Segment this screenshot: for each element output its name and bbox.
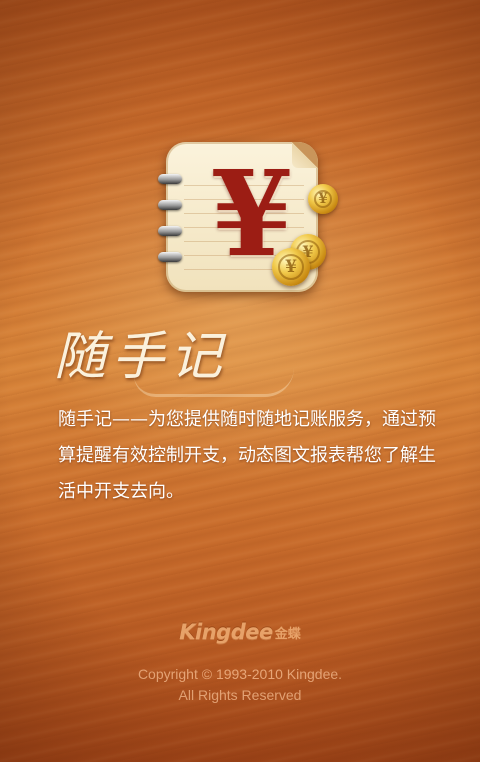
rights-line: All Rights Reserved xyxy=(178,687,302,703)
binder-ring-icon xyxy=(158,226,182,236)
splash-screen: ¥ ¥ ¥ ¥ 随手记 随手记——为您提供随时随地记账服务，通过预算提醒有效控制… xyxy=(0,0,480,762)
copyright-notice: Copyright © 1993-2010 Kingdee. All Right… xyxy=(0,664,480,706)
brand-name: Kingdee xyxy=(179,620,273,644)
binder-ring-icon xyxy=(158,252,182,262)
binder-ring-icon xyxy=(158,200,182,210)
title-swash xyxy=(134,368,294,397)
copyright-line: Copyright © 1993-2010 Kingdee. xyxy=(137,666,343,682)
notebook-yen-icon: ¥ ¥ ¥ ¥ xyxy=(158,138,340,298)
gold-coin-icon: ¥ xyxy=(308,184,338,214)
app-description: 随手记——为您提供随时随地记账服务，通过预算提醒有效控制开支，动态图文报表帮您了… xyxy=(58,409,436,502)
app-title: 随手记 xyxy=(54,322,294,397)
binder-ring-icon xyxy=(158,174,182,184)
brand-name-cn: 金蝶 xyxy=(274,626,301,642)
kingdee-logo: Kingdee 金蝶 xyxy=(0,620,480,648)
gold-coin-icon: ¥ xyxy=(272,248,310,286)
